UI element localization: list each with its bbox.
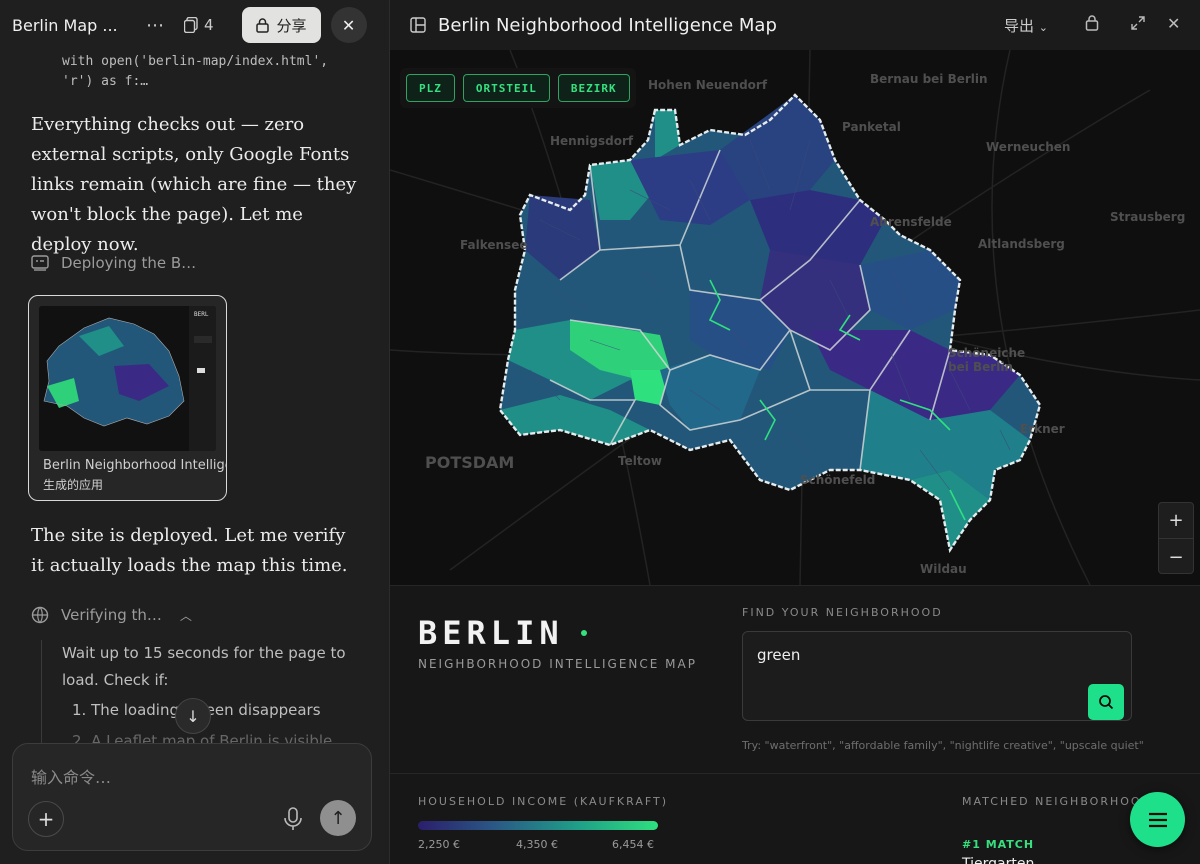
match-name[interactable]: Tiergarten <box>962 856 1034 864</box>
lock-icon <box>255 17 269 33</box>
artifact-title: Berlin Neighborhood Intelligence Map <box>438 14 777 36</box>
search-label: FIND YOUR NEIGHBORHOOD <box>742 606 943 619</box>
search-input[interactable]: green <box>742 631 1132 721</box>
app-window: Berlin Map ... ⋯ 4 分享 ✕ with open('berli… <box>0 0 1200 864</box>
tool-step-verify[interactable]: Verifying th… ︿ <box>31 606 192 624</box>
chat-header: Berlin Map ... ⋯ 4 分享 ✕ <box>0 0 389 50</box>
tool-step-deploy[interactable]: Deploying the B… <box>31 254 196 272</box>
income-gradient-bar <box>418 821 658 830</box>
chat-title[interactable]: Berlin Map ... <box>12 16 134 35</box>
map-label: Erkner <box>1020 422 1065 436</box>
scroll-down-button[interactable]: ↓ <box>175 698 211 734</box>
chevron-down-icon: ⌄ <box>1038 21 1049 34</box>
brand-dot <box>581 630 587 636</box>
verify-item: 1. The loading screen disappears <box>72 701 321 719</box>
globe-icon <box>31 606 49 624</box>
send-button[interactable]: ↑ <box>320 800 356 836</box>
message-paragraph: The site is deployed. Let me verify it a… <box>31 525 348 576</box>
divider <box>390 773 1200 774</box>
map-label: Panketal <box>842 120 901 134</box>
tab-plz[interactable]: PLZ <box>406 74 455 102</box>
artifact-header: Berlin Neighborhood Intelligence Map 导出 … <box>390 0 1200 50</box>
microphone-icon[interactable] <box>281 806 305 832</box>
close-icon[interactable]: ✕ <box>1167 14 1180 33</box>
map-label: Bernau bei Berlin <box>870 72 988 86</box>
share-button[interactable]: 分享 <box>241 7 321 43</box>
zoom-control: + − <box>1158 502 1194 574</box>
layout-icon <box>410 17 426 33</box>
arrow-down-icon: ↓ <box>186 706 200 726</box>
pages-count: 4 <box>204 16 214 34</box>
command-input-placeholder: 输入命令… <box>31 768 112 787</box>
map-label: Ahrensfelde <box>870 215 952 229</box>
tool-step-label: Deploying the B… <box>61 254 197 272</box>
expand-icon[interactable] <box>1130 15 1146 31</box>
info-panel: BERLIN NEIGHBORHOOD INTELLIGENCE MAP FIN… <box>390 585 1200 864</box>
income-tick: 2,250 € <box>418 838 460 851</box>
map-label: Hennigsdorf <box>550 134 634 148</box>
layer-tabs: PLZ ORTSTEIL BEZIRK <box>400 68 636 108</box>
match-rank: #1 MATCH <box>962 838 1035 851</box>
menu-icon <box>1148 812 1167 827</box>
map-label: Schöneiche bei Berlin <box>948 346 1026 374</box>
chat-panel: Berlin Map ... ⋯ 4 分享 ✕ with open('berli… <box>0 0 390 864</box>
verify-text: Wait up to 15 seconds for the page to lo… <box>62 644 346 689</box>
close-icon[interactable]: ✕ <box>330 7 367 43</box>
map-canvas <box>390 50 1200 585</box>
map-label: Wildau <box>920 562 967 576</box>
tab-bezirk[interactable]: BEZIRK <box>557 74 630 102</box>
map-label: Werneuchen <box>986 140 1071 154</box>
map-label: Altlandsberg <box>978 237 1065 251</box>
map-label: Teltow <box>618 454 662 468</box>
income-legend-title: HOUSEHOLD INCOME (KAUFKRAFT) <box>418 795 668 808</box>
copy-icon <box>184 17 198 33</box>
map-view[interactable]: Hohen Neuendorf Bernau bei Berlin Hennig… <box>390 50 1200 585</box>
map-label: Falkensee <box>460 238 528 252</box>
app-preview-card[interactable]: BERL Berlin Neighborhood Intellige 生成的应用 <box>28 295 227 501</box>
tab-ortsteil[interactable]: ORTSTEIL <box>462 74 550 102</box>
lock-icon[interactable] <box>1085 14 1099 32</box>
share-label: 分享 <box>276 16 307 35</box>
divider <box>41 640 42 750</box>
search-input-value: green <box>757 646 801 664</box>
svg-text:BERL: BERL <box>194 311 209 318</box>
menu-button[interactable] <box>1130 792 1185 847</box>
zoom-in-button[interactable]: + <box>1159 503 1193 539</box>
command-input[interactable]: 输入命令… + ↑ <box>12 743 372 851</box>
map-label: Hohen Neuendorf <box>648 78 768 92</box>
artifact-panel: Berlin Neighborhood Intelligence Map 导出 … <box>390 0 1200 864</box>
code-snippet: with open('berlin-map/index.html', 'r') … <box>62 54 329 89</box>
search-suggestions: Try: "waterfront", "affordable family", … <box>742 739 1144 752</box>
income-tick: 4,350 € <box>516 838 558 851</box>
export-label: 导出 <box>1004 17 1035 35</box>
map-label: POTSDAM <box>425 453 515 472</box>
brand-subtitle: NEIGHBORHOOD INTELLIGENCE MAP <box>418 657 697 671</box>
app-preview-thumbnail: BERL <box>39 306 216 451</box>
message-paragraph: Everything checks out — zero external sc… <box>31 114 357 255</box>
add-attachment-button[interactable]: + <box>28 801 64 837</box>
chevron-up-icon[interactable]: ︿ <box>180 607 192 624</box>
map-label: Strausberg <box>1110 210 1186 224</box>
terminal-icon <box>31 255 49 271</box>
export-dropdown[interactable]: 导出 ⌄ <box>1004 15 1048 36</box>
search-button[interactable] <box>1088 684 1124 720</box>
matched-label: MATCHED NEIGHBORHOOD <box>962 795 1153 808</box>
app-preview-subtitle: 生成的应用 <box>43 478 104 492</box>
app-preview-title: Berlin Neighborhood Intellige <box>43 458 227 473</box>
more-options-icon[interactable]: ⋯ <box>140 15 170 36</box>
zoom-out-button[interactable]: − <box>1159 539 1193 575</box>
search-icon <box>1099 695 1114 710</box>
tool-step-label: Verifying th… <box>61 606 162 624</box>
brand-title: BERLIN <box>418 614 564 652</box>
tool-step-details: Wait up to 15 seconds for the page to lo… <box>62 640 362 755</box>
income-tick: 6,454 € <box>612 838 654 851</box>
map-label: Schönefeld <box>800 473 876 487</box>
pages-button[interactable]: 4 <box>184 16 214 34</box>
